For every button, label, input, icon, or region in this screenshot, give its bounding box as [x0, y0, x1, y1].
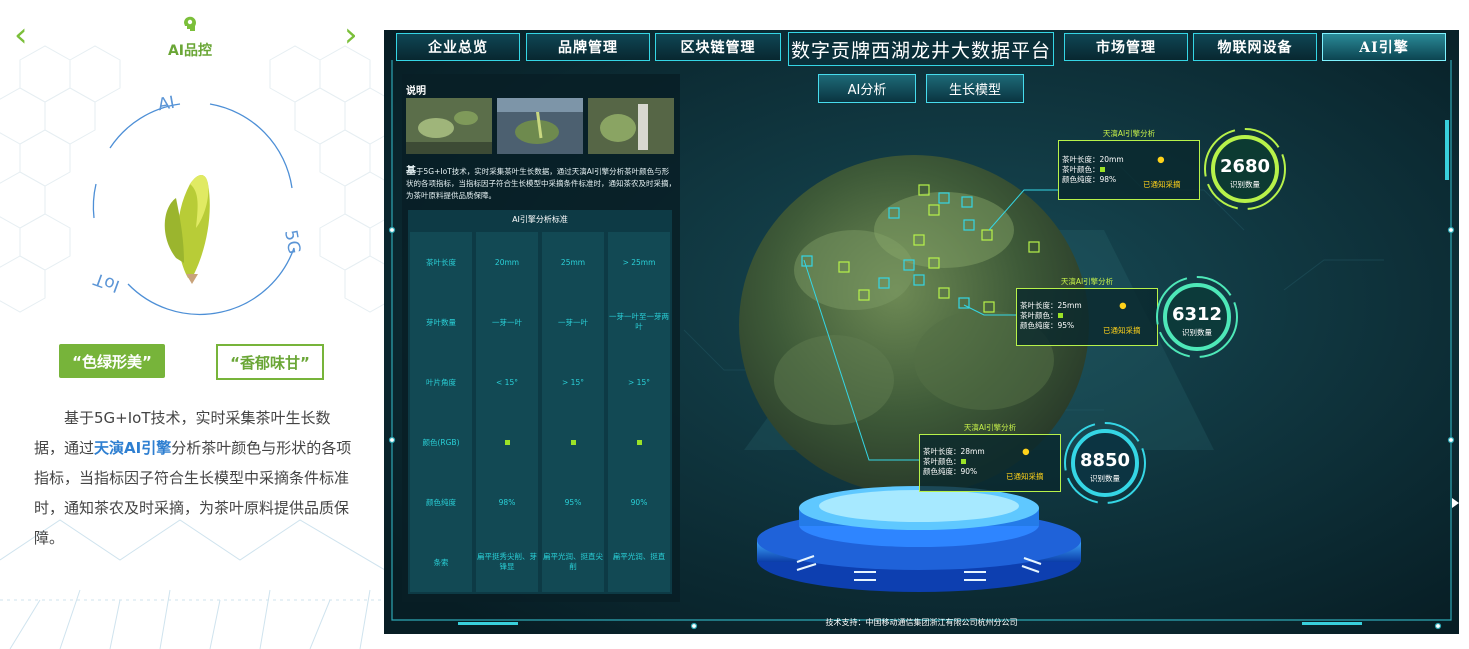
color-swatch	[476, 438, 538, 448]
callout-status: 已通知采摘	[1103, 326, 1141, 335]
gauge-count: 8850	[1079, 450, 1131, 471]
table-column: 25mm 一芽一叶 > 15° 95% 扁平光润、挺直尖削	[542, 232, 604, 592]
lightbulb-icon: ⚫	[1155, 153, 1167, 169]
table-cell: 25mm	[560, 258, 586, 267]
table-cell: 95%	[564, 498, 582, 507]
gauge-count: 2680	[1219, 156, 1271, 177]
platform-title: 数字贡牌西湖龙井大数据平台	[788, 32, 1054, 66]
desc-highlight: 天演AI引擎	[94, 439, 172, 457]
table-cell: 一芽一叶	[492, 318, 522, 327]
analysis-callout: 天演AI引擎分析 茶叶长度：20mm 茶叶颜色： 颜色纯度：98% ⚫ 已通知采…	[1058, 129, 1200, 200]
info-text: 于5G+IoT技术，实时采集茶叶生长数据，通过天演AI引擎分析茶叶颜色与形状的各…	[406, 167, 676, 200]
callout-color: 茶叶颜色：	[923, 457, 961, 466]
aroma-taste-button[interactable]: “香郁味甘”	[216, 344, 324, 380]
callout-purity: 颜色纯度：90%	[923, 467, 978, 476]
nav-blockchain-management[interactable]: 区块链管理	[655, 33, 781, 61]
tea-photo-3	[588, 98, 674, 154]
gauge-label: 识别数量	[1230, 180, 1260, 189]
analysis-callout: 天演AI引擎分析 茶叶长度：25mm 茶叶颜色： 颜色纯度：95% ⚫ 已通知采…	[1016, 277, 1158, 346]
info-title: 说明	[406, 86, 426, 97]
table-cell: 一芽一叶至一芽两叶	[609, 312, 669, 331]
row-header: 颜色(RGB)	[422, 438, 460, 447]
row-header: 芽叶数量	[426, 318, 456, 327]
table-cell: 20mm	[494, 258, 520, 267]
color-swatch	[960, 459, 966, 464]
brain-head-icon	[183, 16, 196, 31]
analysis-callout: 天演AI引擎分析 茶叶长度：28mm 茶叶颜色： 颜色纯度：90% ⚫ 已通知采…	[919, 423, 1061, 492]
table-cell: > 15°	[562, 378, 584, 387]
callout-length: 茶叶长度：25mm	[1020, 301, 1082, 310]
row-header: 条索	[433, 558, 449, 567]
callout-status: 已通知采摘	[1143, 180, 1181, 189]
table-cell: < 15°	[496, 378, 518, 387]
gauge-count: 6312	[1171, 304, 1223, 325]
ring-label-5g: 5G	[280, 228, 304, 256]
table-title: AI引擎分析标准	[512, 215, 568, 224]
ring-label-ai: AI	[156, 92, 177, 116]
tea-photo-1	[406, 98, 492, 154]
callout-title: 天演AI引擎分析	[1060, 277, 1114, 286]
table-column: 20mm 一芽一叶 < 15° 98% 扁平挺秀尖削、芽锋显	[476, 232, 538, 592]
callout-color: 茶叶颜色：	[1062, 165, 1100, 174]
callout-color: 茶叶颜色：	[1020, 311, 1058, 320]
color-swatch	[1057, 313, 1063, 318]
nav-market-management[interactable]: 市场管理	[1064, 33, 1188, 61]
hologram-pedestal	[757, 486, 1081, 592]
table-column: > 25mm 一芽一叶至一芽两叶 > 15° 90% 扁平光润、挺直	[608, 232, 670, 592]
mobile-description: 基于5G+IoT技术，实时采集茶叶生长数据，通过天演AI引擎分析茶叶颜色与形状的…	[34, 403, 352, 553]
table-cell: > 15°	[628, 378, 650, 387]
tea-photo-2	[497, 98, 583, 154]
gauge-label: 识别数量	[1090, 474, 1120, 483]
lightbulb-icon: ⚫	[1020, 445, 1032, 461]
nav-iot-devices[interactable]: 物联网设备	[1193, 33, 1317, 61]
table-cell: 扁平光润、挺直尖削	[543, 552, 603, 571]
mobile-title: AI品控	[167, 43, 213, 59]
table-cell: > 25mm	[622, 258, 656, 267]
table-cell: 扁平光润、挺直	[612, 552, 666, 561]
mobile-panel: ‹ › AI品控 AI 5G IoT “色绿形美” “香郁味甘” 基于5G+Io…	[0, 0, 385, 649]
nav-ai-engine[interactable]: AI引擎	[1322, 33, 1446, 61]
table-cell: 90%	[630, 498, 648, 507]
info-lead-char: 基	[406, 166, 416, 177]
callout-length: 茶叶长度：28mm	[923, 447, 985, 456]
side-arrow-icon[interactable]	[1452, 498, 1459, 508]
nav-enterprise-overview[interactable]: 企业总览	[396, 33, 520, 61]
tea-leaf-image	[164, 175, 210, 284]
count-gauge: 6312 识别数量	[1154, 274, 1240, 360]
callout-title: 天演AI引擎分析	[1102, 129, 1156, 138]
color-swatch	[542, 438, 604, 448]
color-swatch	[1099, 167, 1105, 172]
lightbulb-icon: ⚫	[1117, 299, 1129, 315]
callout-status: 已通知采摘	[1006, 472, 1044, 481]
row-header: 颜色纯度	[426, 498, 456, 507]
footer-credit: 技术支持：中国移动通信集团浙江有限公司杭州分公司	[825, 618, 1018, 627]
table-cell: 98%	[498, 498, 516, 507]
callout-title: 天演AI引擎分析	[963, 423, 1017, 432]
tab-growth-model[interactable]: 生长模型	[926, 74, 1024, 103]
row-header: 叶片角度	[426, 378, 456, 387]
prev-arrow-icon[interactable]: ‹	[14, 18, 28, 52]
gauge-label: 识别数量	[1182, 328, 1212, 337]
callout-length: 茶叶长度：20mm	[1062, 155, 1124, 164]
table-cell: 一芽一叶	[558, 318, 588, 327]
color-shape-button[interactable]: “色绿形美”	[59, 344, 165, 378]
count-gauge: 8850 识别数量	[1062, 420, 1148, 506]
row-header: 茶叶长度	[426, 258, 456, 267]
mobile-header: AI品控	[150, 14, 230, 60]
table-cell: 扁平挺秀尖削、芽锋显	[477, 552, 537, 571]
dashboard: 企业总览 品牌管理 区块链管理 数字贡牌西湖龙井大数据平台 市场管理 物联网设备…	[384, 30, 1459, 634]
count-gauge: 2680 识别数量	[1202, 126, 1288, 212]
callout-purity: 颜色纯度：95%	[1020, 321, 1075, 330]
nav-brand-management[interactable]: 品牌管理	[526, 33, 650, 61]
next-arrow-icon[interactable]: ›	[344, 18, 358, 52]
info-panel: 说明 基于5G+IoT技术，实时采集茶叶生长数据，通过天演AI引擎分析茶叶颜色与…	[402, 74, 680, 602]
table-header-column: 茶叶长度 芽叶数量 叶片角度 颜色(RGB) 颜色纯度 条索	[410, 232, 472, 592]
analysis-standard-table: AI引擎分析标准 茶叶长度 芽叶数量 叶片角度 颜色(RGB) 颜色纯度 条索 …	[408, 210, 672, 594]
tab-ai-analysis[interactable]: AI分析	[818, 74, 916, 103]
color-swatch	[608, 438, 670, 448]
callout-purity: 颜色纯度：98%	[1062, 175, 1117, 184]
info-description: 基于5G+IoT技术，实时采集茶叶生长数据，通过天演AI引擎分析茶叶颜色与形状的…	[406, 166, 676, 202]
